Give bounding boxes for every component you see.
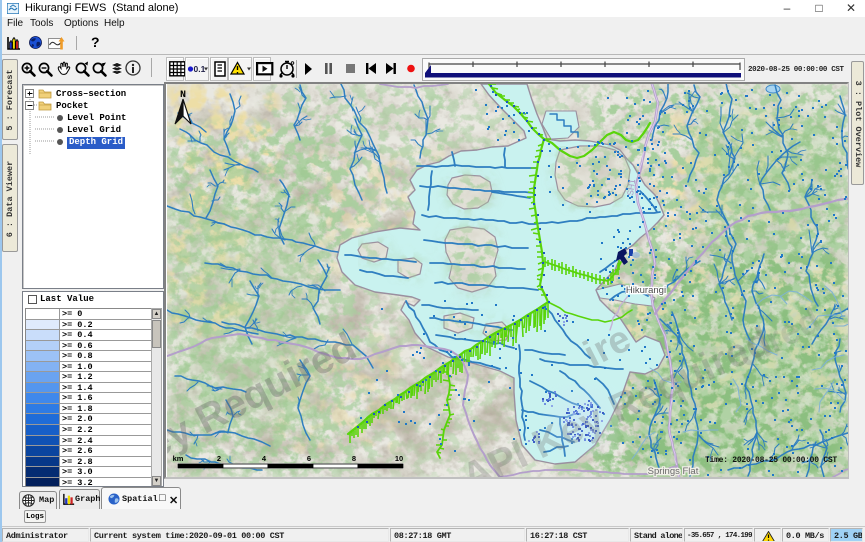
svg-text:Springs Flat: Springs Flat (648, 466, 699, 477)
svg-text:8: 8 (352, 454, 356, 463)
svg-text:6: 6 (307, 454, 311, 463)
svg-text:Hikurangi: Hikurangi (626, 285, 666, 296)
svg-text:10: 10 (395, 454, 403, 463)
svg-text:Time: 2020-08-25 00:00:00 CST: Time: 2020-08-25 00:00:00 CST (705, 456, 837, 465)
svg-text:2: 2 (217, 454, 221, 463)
svg-text:0.1: 0.1 (194, 64, 206, 74)
svg-text:km: km (173, 454, 184, 463)
svg-text:SH1: SH1 (625, 178, 637, 196)
